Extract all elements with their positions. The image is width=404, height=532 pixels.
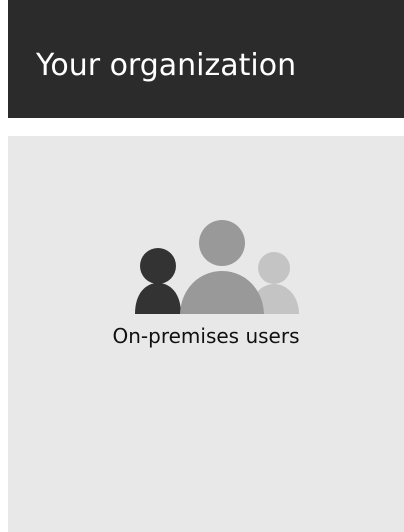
user-dark-body	[135, 283, 181, 314]
user-dark-head	[140, 248, 176, 284]
user-mid-body	[180, 271, 264, 314]
user-mid-head	[199, 220, 245, 266]
user-light-head	[258, 252, 290, 284]
users-icon	[135, 220, 299, 314]
organization-view: Your organization On-premises users	[0, 0, 404, 532]
on-premises-users-panel: On-premises users	[8, 136, 404, 532]
on-premises-users-label: On-premises users	[112, 324, 300, 348]
organization-header: Your organization	[8, 0, 404, 118]
organization-title: Your organization	[36, 48, 297, 83]
